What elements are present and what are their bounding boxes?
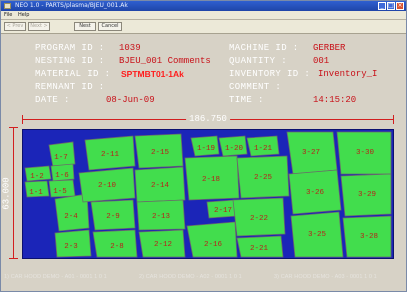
toolbar: < Prev Next > Nest Cancel	[1, 20, 406, 34]
width-dimension: 186.750	[22, 114, 394, 125]
part-list-footer: 1) CAR HOOD DEMO - A01 - 0001 1 0 1 2) C…	[1, 271, 406, 283]
machine-id-label: MACHINE ID :	[229, 43, 299, 53]
nest-part-label: 2-10	[98, 182, 117, 190]
remnant-id-label: REMNANT ID :	[35, 82, 105, 92]
nest-part-label: 2-25	[254, 174, 273, 182]
nest-part-label: 3-28	[360, 233, 378, 241]
nest-part-label: 2-9	[106, 213, 120, 221]
nest-part-label: 2-11	[101, 151, 120, 159]
part-list-item-3: 3) CAR HOOD DEMO - A03 - 0001 1 0 1	[274, 274, 377, 280]
quantity-label: QUANTITY :	[229, 56, 288, 66]
application-window: NEO 1.0 - PARTS/plasma/BJEU_001.Ak _ □ ×…	[0, 0, 407, 292]
prev-button[interactable]: < Prev	[4, 22, 26, 31]
menu-file[interactable]: File	[4, 11, 12, 19]
time-label: TIME :	[229, 95, 264, 105]
comment-label: COMMENT :	[229, 82, 282, 92]
width-dimension-label: 186.750	[186, 114, 230, 125]
nest-part-label: 3-30	[356, 149, 375, 157]
nest-part-label: 2-14	[151, 182, 170, 190]
nest-part-label: 2-15	[151, 149, 170, 157]
close-button[interactable]: ×	[396, 2, 404, 10]
nest-part-label: 1-21	[254, 145, 273, 153]
nest-part-label: 2-22	[250, 215, 268, 223]
maximize-button[interactable]: □	[387, 2, 395, 10]
nest-part-label: 1-2	[30, 173, 44, 181]
material-id-label: MATERIAL ID :	[35, 69, 111, 79]
nest-part-label: 2-21	[250, 245, 269, 253]
height-dimension-label: 63.000	[1, 175, 13, 212]
width-dimension-start-tick	[22, 115, 23, 124]
nest-part-label: 3-25	[308, 231, 327, 239]
nest-info-panel: PROGRAM ID : 1039 NESTING ID : BJEU_001 …	[1, 34, 406, 124]
nest-part-2-16[interactable]	[186, 221, 238, 258]
nest-part-label: 2-12	[154, 241, 172, 249]
nest-sheet[interactable]: 1-7 1-2 1-6 1-1 1-5 2-4 2-3 2-11 2-10 2-9 2-8 2-15 2…	[22, 129, 394, 259]
height-dimension-line	[13, 127, 14, 259]
nest-part-label: 2-8	[110, 243, 124, 251]
nest-part-label: 2-16	[204, 241, 223, 249]
nest-part-label: 1-19	[197, 145, 215, 153]
inventory-id-value: Inventory_I	[318, 69, 378, 79]
date-value: 08-Jun-09	[106, 95, 155, 105]
nest-part-label: 2-18	[202, 176, 220, 184]
menu-help[interactable]: Help	[18, 11, 29, 19]
minimize-button[interactable]: _	[378, 2, 386, 10]
nest-part-label: 2-13	[152, 213, 171, 221]
cancel-button[interactable]: Cancel	[98, 22, 122, 31]
part-list-item-2: 2) CAR HOOD DEMO - A02 - 0001 1 0 1	[139, 274, 242, 280]
nest-part-label: 1-1	[29, 189, 43, 197]
nest-part-label: 1-7	[54, 154, 68, 162]
title-bar[interactable]: NEO 1.0 - PARTS/plasma/BJEU_001.Ak _ □ ×	[1, 1, 406, 11]
nest-part-label: 2-4	[64, 213, 78, 221]
height-dimension-start-tick	[9, 127, 18, 128]
window-controls: _ □ ×	[378, 2, 404, 10]
machine-id-value: GERBER	[313, 43, 346, 53]
program-id-value: 1039	[119, 43, 141, 53]
nest-part-label: 2-17	[214, 207, 232, 215]
window-title: NEO 1.0 - PARTS/plasma/BJEU_001.Ak	[15, 2, 128, 9]
nest-part-label: 1-6	[55, 172, 69, 180]
nest-part-label: 3-27	[302, 149, 320, 157]
time-value: 14:15:20	[313, 95, 357, 105]
menu-bar: File Help	[1, 11, 406, 20]
app-icon	[4, 3, 11, 9]
next-button[interactable]: Next >	[28, 22, 50, 31]
nest-button[interactable]: Nest	[74, 22, 96, 31]
inventory-id-label: INVENTORY ID :	[229, 69, 311, 79]
part-list-item-1: 1) CAR HOOD DEMO - A01 - 0001 1 0 1	[4, 274, 107, 280]
nesting-id-value: BJEU_001 Comments	[119, 56, 211, 66]
height-dimension-end-tick	[9, 258, 18, 259]
nest-part-label: 1-5	[53, 188, 67, 196]
date-label: DATE :	[35, 95, 70, 105]
nest-parts-canvas[interactable]: 1-7 1-2 1-6 1-1 1-5 2-4 2-3 2-11 2-10 2-9 2-8 2-15 2…	[23, 130, 393, 258]
nest-part-label: 3-26	[306, 189, 325, 197]
nest-part-label: 3-29	[358, 191, 376, 199]
nest-part-label: 2-3	[64, 243, 78, 251]
nest-part-label: 1-20	[225, 145, 244, 153]
height-dimension: 63.000	[1, 127, 19, 259]
width-dimension-end-tick	[393, 115, 394, 124]
program-id-label: PROGRAM ID :	[35, 43, 105, 53]
nesting-id-label: NESTING ID :	[35, 56, 105, 66]
material-id-value: SPTMBT01-1Ak	[121, 69, 184, 79]
quantity-value: 001	[313, 56, 330, 66]
